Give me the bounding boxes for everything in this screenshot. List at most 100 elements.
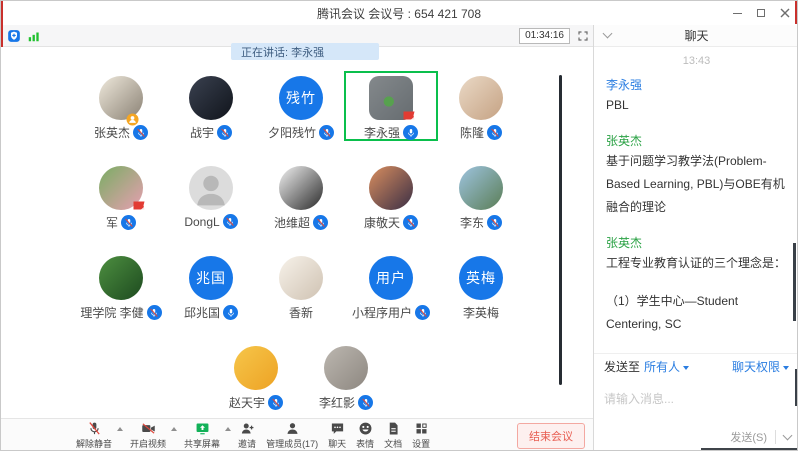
screen-share-icon xyxy=(195,421,210,436)
participant-name: DongL xyxy=(184,215,219,229)
toolbar-button-docs[interactable]: 文档 xyxy=(384,421,402,450)
participant-tile[interactable]: 军 xyxy=(76,163,166,229)
participant-tile[interactable]: 张英杰 xyxy=(76,73,166,139)
mic-muted-icon xyxy=(147,305,162,320)
participant-tile[interactable]: 李东 xyxy=(436,163,526,229)
avatar xyxy=(279,256,323,300)
avatar xyxy=(369,166,413,210)
participant-tile[interactable]: 用户小程序用户 xyxy=(346,253,436,319)
avatar: 用户 xyxy=(369,256,413,300)
participant-tile[interactable]: 战宇 xyxy=(166,73,256,139)
participant-nameline: 赵天宇 xyxy=(229,394,283,411)
participant-tile[interactable]: 康敬天 xyxy=(346,163,436,229)
toolbar-button-start-video[interactable]: 开启视频 xyxy=(130,421,166,450)
fullscreen-icon[interactable] xyxy=(577,30,589,42)
send-to-selector[interactable]: 所有人 xyxy=(644,358,689,375)
chat-message-text: 工程专业教育认证的三个理念是： xyxy=(606,252,787,275)
security-shield-icon[interactable] xyxy=(7,29,21,43)
participant-name: 陈隆 xyxy=(460,124,484,141)
caret-up-icon[interactable] xyxy=(117,427,123,431)
participant-tile[interactable]: DongL xyxy=(166,163,256,229)
minimize-icon xyxy=(733,13,742,14)
toolbar-button-label: 设置 xyxy=(412,437,430,450)
toolbar-button-chat[interactable]: 聊天 xyxy=(328,421,346,450)
meeting-toolbar: 解除静音开启视频共享屏幕 邀请管理成员(17) 聊天表情文档设置 结束会议 xyxy=(1,418,593,451)
participant-tile[interactable]: 理学院 李健 xyxy=(76,253,166,319)
minimize-button[interactable] xyxy=(731,7,743,19)
participant-name: 军 xyxy=(106,214,118,231)
maximize-button[interactable] xyxy=(755,7,767,19)
chat-scrollbar[interactable] xyxy=(793,243,796,321)
participant-nameline: 张英杰 xyxy=(94,124,148,141)
participant-name: 赵天宇 xyxy=(229,394,265,411)
end-meeting-button[interactable]: 结束会议 xyxy=(517,423,585,449)
mic-muted-icon xyxy=(121,215,136,230)
meeting-window: 腾讯会议 会议号 : 654 421 708 01:34:16 正在讲话: 李永… xyxy=(0,0,798,451)
chat-timestamp: 13:43 xyxy=(606,55,787,67)
participant-row: 赵天宇 李红影 xyxy=(21,343,581,409)
participant-nameline: 陈隆 xyxy=(460,124,502,141)
mic-muted-icon xyxy=(358,395,373,410)
send-button[interactable]: 发送(S) xyxy=(730,429,767,445)
participant-tile[interactable]: 池维超 xyxy=(256,163,346,229)
participant-name: 邱兆国 xyxy=(184,304,220,321)
chat-sender-name: 李永强 xyxy=(606,76,787,93)
toolbar-button-settings[interactable]: 设置 xyxy=(412,421,430,450)
close-button[interactable] xyxy=(779,7,791,19)
caret-up-icon[interactable] xyxy=(225,427,231,431)
toolbar-button-share-screen[interactable]: 共享屏幕 xyxy=(184,421,220,450)
screen-record-border-right xyxy=(795,1,797,24)
avatar xyxy=(99,76,143,120)
participant-tile[interactable]: 李红影 xyxy=(301,343,391,409)
network-signal-icon[interactable] xyxy=(27,29,41,43)
chat-header: 聊天 xyxy=(594,25,798,47)
mic-muted-icon xyxy=(217,125,232,140)
participant-nameline: 军 xyxy=(106,214,136,231)
chat-input-area xyxy=(594,378,798,420)
participant-tile[interactable]: 香新 xyxy=(256,253,346,319)
members-icon xyxy=(285,421,300,436)
participant-tile[interactable]: 李永强 xyxy=(346,73,436,139)
participant-nameline: 康敬天 xyxy=(364,214,418,231)
participant-tile[interactable]: 陈隆 xyxy=(436,73,526,139)
participant-tile[interactable]: 赵天宇 xyxy=(211,343,301,409)
toolbar-button-invite[interactable]: 邀请 xyxy=(238,421,256,450)
mic-on-icon xyxy=(223,305,238,320)
toolbar-button-emoji[interactable]: 表情 xyxy=(356,421,374,450)
chat-message-text: （1）学生中心—Student Centering, SC xyxy=(606,290,787,336)
caret-up-icon[interactable] xyxy=(171,427,177,431)
chat-sender-name: 张英杰 xyxy=(606,234,787,251)
participant-tile[interactable]: 残竹夕阳残竹 xyxy=(256,73,346,139)
participant-name: 李永强 xyxy=(364,124,400,141)
participant-tile[interactable]: 英梅李英梅 xyxy=(436,253,526,319)
divider xyxy=(775,430,776,444)
grid-scrollbar[interactable] xyxy=(559,75,562,385)
participant-tile[interactable]: 兆国邱兆国 xyxy=(166,253,256,319)
window-title: 腾讯会议 会议号 : 654 421 708 xyxy=(317,5,481,22)
invite-icon xyxy=(240,421,255,436)
chat-send-options: 发送至 所有人 聊天权限 xyxy=(594,353,798,378)
toolbar-button-label: 共享屏幕 xyxy=(184,437,220,450)
mic-muted-icon xyxy=(223,214,238,229)
mic-muted-icon xyxy=(415,305,430,320)
participant-name: 康敬天 xyxy=(364,214,400,231)
toolbar-button-label: 邀请 xyxy=(238,437,256,450)
chat-message-input[interactable] xyxy=(594,378,798,420)
toolbar-button-unmute[interactable]: 解除静音 xyxy=(76,421,112,450)
participant-name: 小程序用户 xyxy=(352,304,412,321)
avatar xyxy=(189,166,233,210)
chat-permission-selector[interactable]: 聊天权限 xyxy=(732,358,789,375)
flag-badge-icon xyxy=(132,199,146,211)
participant-nameline: 夕阳残竹 xyxy=(268,124,334,141)
participant-row: 理学院 李健兆国邱兆国香新用户小程序用户英梅李英梅 xyxy=(21,253,581,319)
chevron-down-icon[interactable] xyxy=(603,29,613,39)
video-grid-area: 张英杰 战宇 残竹夕阳残竹李永强 陈隆军 DongL 池维超康敬天 李东理学院 李健 兆国邱兆… xyxy=(1,47,593,418)
participant-name: 战宇 xyxy=(190,124,214,141)
toolbar-button-manage-members[interactable]: 管理成员(17) xyxy=(266,421,318,450)
send-options-chevron-icon[interactable] xyxy=(783,431,793,441)
participant-name: 理学院 李健 xyxy=(80,304,143,321)
participant-nameline: 李英梅 xyxy=(463,304,499,321)
mic-muted-icon xyxy=(487,215,502,230)
mic-muted-icon xyxy=(268,395,283,410)
participant-name: 李东 xyxy=(460,214,484,231)
